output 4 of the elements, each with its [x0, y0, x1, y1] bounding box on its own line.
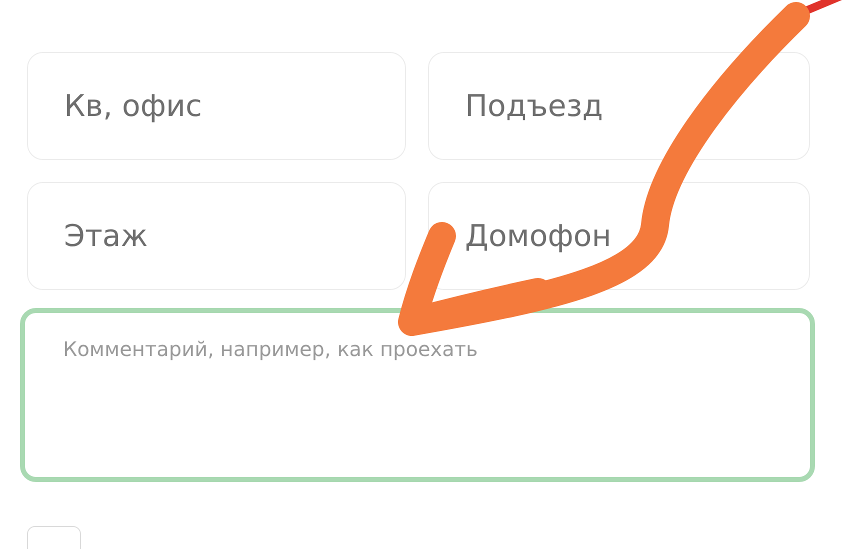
input-field[interactable]: Этаж: [27, 182, 406, 290]
input-field[interactable]: Подъезд: [428, 52, 810, 160]
comment-field[interactable]: Комментарий, например, как проехать: [20, 308, 815, 482]
input-field[interactable]: Кв, офис: [27, 52, 406, 160]
